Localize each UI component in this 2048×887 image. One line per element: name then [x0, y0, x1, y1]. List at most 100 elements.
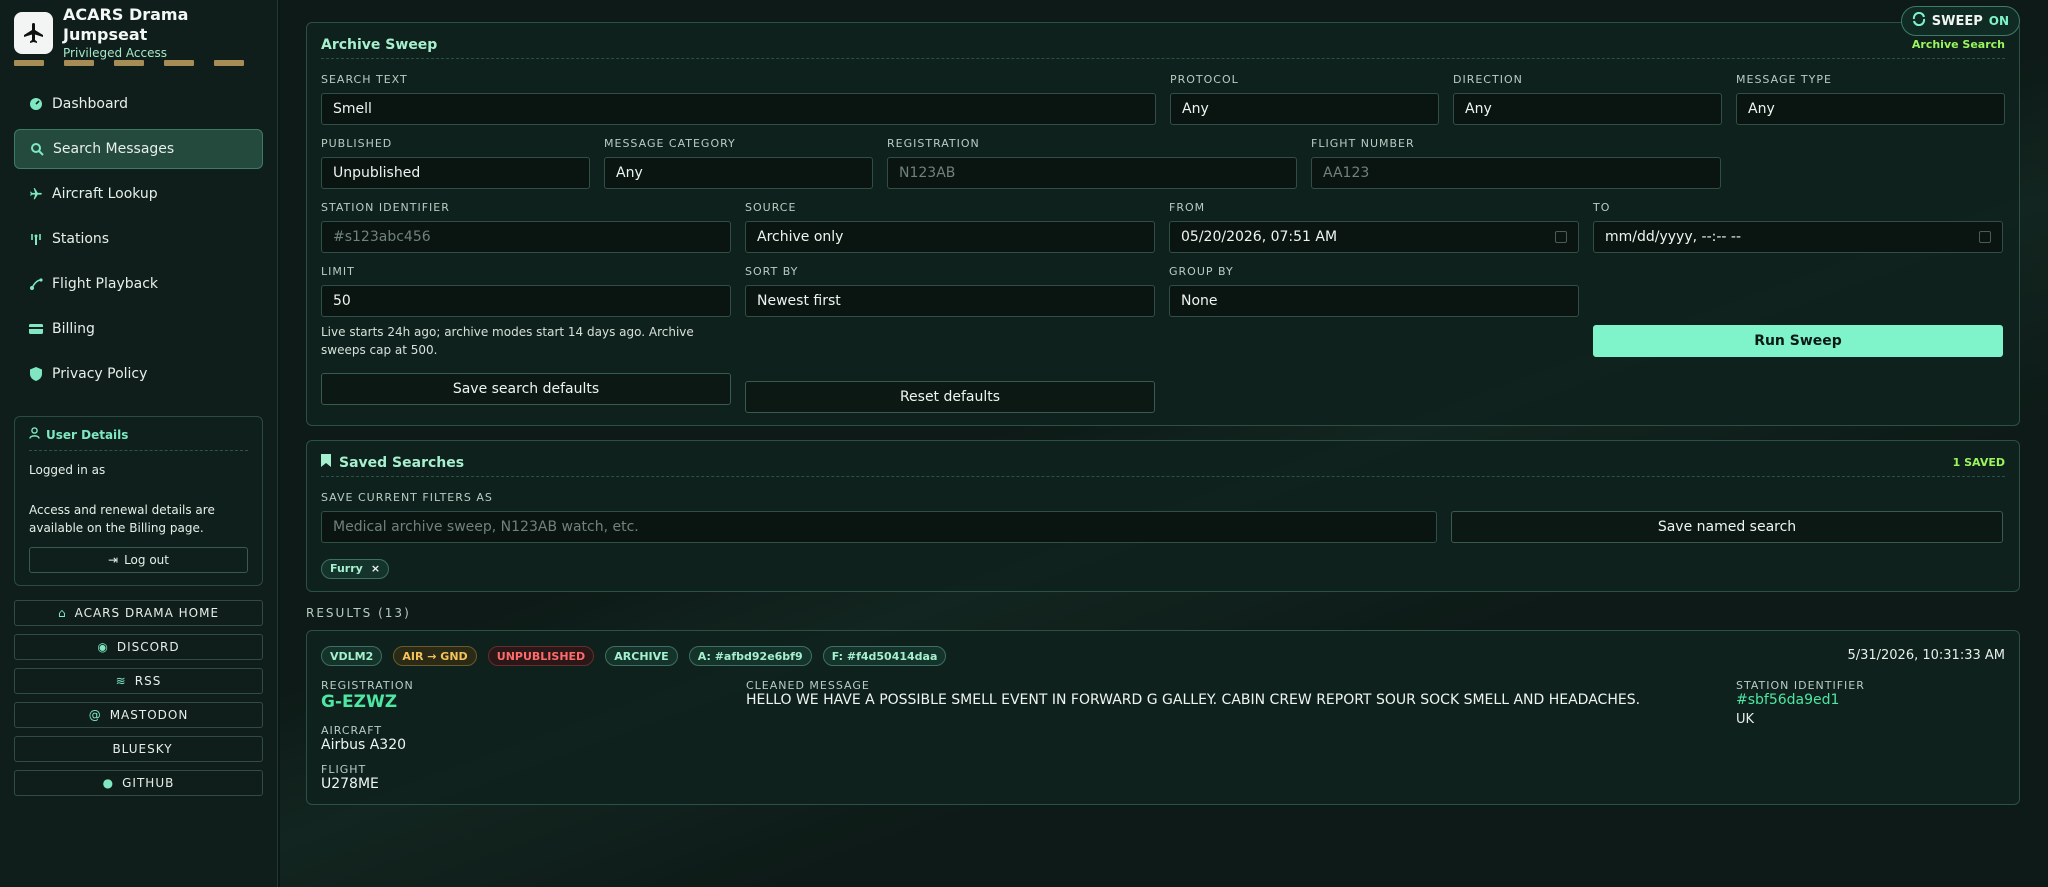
app-title: ACARS Drama Jumpseat [63, 5, 189, 44]
mastodon-icon: @ [88, 708, 102, 722]
calendar-icon[interactable] [1555, 231, 1567, 243]
sweep-toggle[interactable]: SWEEP ON [1900, 6, 2020, 36]
remove-tag-icon[interactable]: × [371, 562, 380, 575]
logout-button[interactable]: ⇥ Log out [29, 547, 248, 573]
source-select[interactable]: Archive only [745, 221, 1155, 253]
link-rss[interactable]: ≋ RSS [14, 668, 263, 694]
cleaned-message-key: CLEANED MESSAGE [746, 678, 870, 692]
discord-icon: ◉ [97, 640, 109, 654]
nav-item-privacy-policy[interactable]: Privacy Policy [14, 354, 263, 394]
station-value[interactable]: #sbf56da9ed1 [1736, 692, 1865, 708]
saved-count: 1 SAVED [1952, 456, 2005, 469]
gauge-icon [28, 97, 44, 111]
nav-item-aircraft-lookup[interactable]: Aircraft Lookup [14, 174, 263, 214]
station-label: STATION IDENTIFIER [321, 201, 450, 214]
direction-label: DIRECTION [1453, 73, 1523, 86]
link-mastodon[interactable]: @ MASTODON [14, 702, 263, 728]
saved-searches-title: Saved Searches [321, 454, 464, 471]
nav-item-billing[interactable]: Billing [14, 309, 263, 349]
aircraft-value: Airbus A320 [321, 736, 407, 753]
card-icon [28, 323, 44, 335]
registration-value[interactable]: G-EZWZ [321, 692, 746, 712]
nav-label: Aircraft Lookup [52, 186, 158, 202]
source-label: SOURCE [745, 201, 797, 214]
plane-logo-icon [14, 12, 54, 54]
protocol-select[interactable]: Any [1170, 93, 1439, 125]
sweep-icon [1912, 11, 1926, 30]
user-icon [29, 427, 40, 442]
from-datetime-input[interactable]: 05/20/2026, 07:51 AM [1169, 221, 1579, 253]
access-note: Access and renewal details are available… [29, 503, 215, 535]
sort-select[interactable]: Newest first [745, 285, 1155, 317]
nav-label: Dashboard [52, 96, 128, 112]
flight-hash-chip[interactable]: F: #f4d50414daa [822, 646, 947, 667]
result-card[interactable]: VDLM2 AIR → GND UNPUBLISHED ARCHIVE A: #… [306, 629, 2020, 805]
unpublished-chip: UNPUBLISHED [487, 646, 595, 667]
registration-label: REGISTRATION [887, 137, 980, 150]
link-home[interactable]: ⌂ ACARS DRAMA HOME [14, 600, 263, 626]
save-named-search-button[interactable]: Save named search [1451, 511, 2003, 543]
sweep-state: ON [1988, 14, 2009, 28]
flight-key: FLIGHT [321, 762, 367, 776]
brand: ACARS Drama Jumpseat Privileged Access [0, 0, 277, 60]
nav-item-flight-playback[interactable]: Flight Playback [14, 264, 263, 304]
cleaned-message-value: HELLO WE HAVE A POSSIBLE SMELL EVENT IN … [746, 691, 1641, 708]
message-type-select[interactable]: Any [1736, 93, 2005, 125]
sort-label: SORT BY [745, 265, 799, 278]
limit-hint: Live starts 24h ago; archive modes start… [321, 325, 694, 357]
logout-icon: ⇥ [108, 553, 119, 567]
protocol-chip: VDLM2 [321, 646, 383, 667]
group-select[interactable]: None [1169, 285, 1579, 317]
flight-number-input[interactable]: AA123 [1311, 157, 1721, 189]
playback-icon [28, 277, 44, 291]
from-label: FROM [1169, 201, 1206, 214]
archive-chip: ARCHIVE [605, 646, 678, 667]
registration-key: REGISTRATION [321, 678, 414, 692]
category-select[interactable]: Any [604, 157, 873, 189]
nav-item-stations[interactable]: Stations [14, 219, 263, 259]
main-nav: Dashboard Search Messages Aircraft Looku… [0, 84, 277, 394]
station-input[interactable]: #s123abc456 [321, 221, 731, 253]
archive-sweep-panel: Archive Sweep Archive Search SEARCH TEXT… [306, 22, 2020, 426]
nav-item-search-messages[interactable]: Search Messages [14, 129, 263, 169]
registration-input[interactable]: N123AB [887, 157, 1297, 189]
country-value: UK [1736, 711, 1755, 727]
published-select[interactable]: Unpublished [321, 157, 590, 189]
search-text-input[interactable]: Smell [321, 93, 1156, 125]
to-datetime-input[interactable]: mm/dd/yyyy, --:-- -- [1593, 221, 2003, 253]
search-icon [29, 142, 45, 156]
aircraft-hash-chip[interactable]: A: #afbd92e6bf9 [688, 646, 812, 667]
direction-select[interactable]: Any [1453, 93, 1722, 125]
category-label: MESSAGE CATEGORY [604, 137, 736, 150]
result-timestamp: 5/31/2026, 10:31:33 AM [1847, 648, 2005, 663]
search-text-label: SEARCH TEXT [321, 73, 408, 86]
saved-search-tag[interactable]: Furry × [321, 558, 390, 579]
saved-name-input[interactable]: Medical archive sweep, N123AB watch, etc… [321, 511, 1437, 543]
rss-icon: ≋ [115, 674, 127, 688]
save-filters-label: SAVE CURRENT FILTERS AS [321, 491, 493, 504]
user-details-title: User Details [29, 427, 248, 451]
limit-input[interactable]: 50 [321, 285, 731, 317]
sidebar: ACARS Drama Jumpseat Privileged Access D… [0, 0, 278, 887]
station-key: STATION IDENTIFIER [1736, 678, 1865, 692]
link-github[interactable]: ● GITHUB [14, 770, 263, 796]
nav-label: Search Messages [53, 141, 175, 157]
run-sweep-button[interactable]: Run Sweep [1593, 325, 2003, 357]
nav-label: Flight Playback [52, 276, 158, 292]
panel-tag: Archive Search [1911, 38, 2005, 51]
aircraft-key: AIRCRAFT [321, 723, 383, 737]
direction-chip: AIR → GND [393, 646, 477, 667]
save-defaults-button[interactable]: Save search defaults [321, 373, 731, 405]
nav-item-dashboard[interactable]: Dashboard [14, 84, 263, 124]
shield-icon [28, 367, 44, 381]
user-details-card: User Details Logged in as Access and ren… [14, 416, 263, 586]
limit-label: LIMIT [321, 265, 355, 278]
to-label: TO [1593, 201, 1611, 214]
calendar-icon[interactable] [1979, 231, 1991, 243]
nav-label: Stations [52, 231, 110, 247]
antenna-icon [28, 232, 44, 246]
reset-defaults-button[interactable]: Reset defaults [745, 381, 1155, 413]
link-bluesky[interactable]: BLUESKY [14, 736, 263, 762]
github-icon: ● [102, 776, 115, 790]
link-discord[interactable]: ◉ DISCORD [14, 634, 263, 660]
